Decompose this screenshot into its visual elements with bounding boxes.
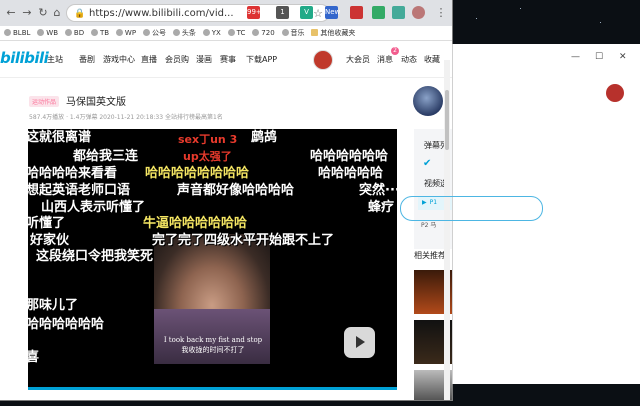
bookmark[interactable]: WB bbox=[37, 26, 58, 40]
site-header: bilibili 主站 番剧 游戏中心 直播 会员购 漫画 赛事 下载APP 大… bbox=[0, 41, 452, 78]
extension-icon[interactable]: New bbox=[325, 6, 340, 19]
danmaku-comment: 哈哈哈哈来看看 bbox=[28, 166, 118, 181]
danmaku-comment: 想起英语老师口语 bbox=[28, 183, 131, 198]
video-player[interactable]: 这就很离谱 sex丁un 3 鹧鸪 都给我三连 up太强了 哈哈哈哈哈哈 哈哈哈… bbox=[28, 129, 397, 390]
danmaku-comment: up太强了 bbox=[183, 150, 232, 163]
danmaku-comment: 声音都好像哈哈哈哈 bbox=[177, 183, 295, 198]
nav-esports[interactable]: 赛事 bbox=[220, 54, 236, 65]
maximize-icon[interactable]: ☐ bbox=[595, 52, 603, 62]
bookmark[interactable]: BLBL bbox=[4, 26, 30, 40]
danmaku-comment: 好家伙 bbox=[30, 233, 70, 248]
bookmark[interactable]: TB bbox=[90, 26, 109, 40]
danmaku-comment: 那味儿了 bbox=[28, 298, 79, 313]
danmaku-comment: 鹧鸪 bbox=[251, 130, 278, 145]
danmaku-comment: 哈哈哈哈哈 bbox=[318, 166, 384, 181]
lock-icon: 🔒 bbox=[74, 9, 86, 19]
danmaku-comment: 突然··· bbox=[359, 183, 397, 198]
uploader-avatar[interactable] bbox=[413, 86, 443, 116]
nav-membership-shop[interactable]: 会员购 bbox=[165, 54, 189, 65]
extension-icon[interactable] bbox=[350, 6, 363, 19]
desktop-star bbox=[600, 22, 601, 23]
nav-game-center[interactable]: 游戏中心 bbox=[103, 54, 135, 65]
bookmark[interactable]: 头条 bbox=[172, 26, 196, 40]
close-icon[interactable]: ✕ bbox=[619, 52, 627, 62]
nav-main[interactable]: 主站 bbox=[47, 54, 63, 65]
home-icon[interactable]: ⌂ bbox=[50, 6, 64, 20]
danmaku-comment: 这段绕口令把我笑死 bbox=[36, 249, 154, 264]
danmaku-comment: 蜂疗 bbox=[368, 200, 395, 215]
nav-favorites[interactable]: 收藏 bbox=[424, 54, 440, 65]
danmaku-comment: 哈哈哈哈哈哈 bbox=[310, 149, 389, 164]
danmaku-comment: 完了完了四级水平开始跟不上了 bbox=[152, 233, 335, 248]
check-icon: ✔ bbox=[423, 158, 432, 169]
video-subtitle: I took back my fist and stop 我收拢的时间不打了 bbox=[148, 335, 278, 355]
bookmark[interactable]: BD bbox=[64, 26, 84, 40]
profile-avatar[interactable] bbox=[412, 6, 425, 19]
bookmark[interactable]: 720 bbox=[252, 26, 275, 40]
bookmark-folder[interactable]: 其他收藏夹 bbox=[311, 26, 355, 40]
reload-icon[interactable]: ↻ bbox=[36, 6, 50, 20]
danmaku-comment: 都给我三连 bbox=[73, 149, 139, 164]
video-category-tag[interactable]: 运动作品 bbox=[29, 96, 60, 107]
play-button[interactable] bbox=[344, 327, 375, 358]
page-scrollbar[interactable] bbox=[444, 60, 450, 400]
nav-live[interactable]: 直播 bbox=[141, 54, 157, 65]
bilibili-logo[interactable]: bilibili bbox=[0, 49, 49, 67]
menu-icon[interactable]: ⋮ bbox=[434, 6, 448, 20]
bookmarks-bar: BLBL WB BD TB WP 公号 头条 YX TC 720 音乐 其他收藏… bbox=[0, 26, 452, 41]
danmaku-comment: 喜 bbox=[28, 350, 40, 365]
part-item[interactable]: P2 马 bbox=[421, 220, 436, 229]
danmaku-comment: 牛逼哈哈哈哈哈哈 bbox=[143, 216, 248, 231]
bookmark[interactable]: TC bbox=[227, 26, 245, 40]
back-icon[interactable]: ← bbox=[4, 6, 18, 20]
extension-icon[interactable] bbox=[392, 6, 405, 19]
scrollbar-thumb[interactable] bbox=[445, 90, 449, 150]
bookmark[interactable]: YX bbox=[202, 26, 221, 40]
nav-manga[interactable]: 漫画 bbox=[196, 54, 212, 65]
bookmark[interactable]: 公号 bbox=[142, 26, 166, 40]
bookmark[interactable]: WP bbox=[115, 26, 136, 40]
user-avatar[interactable] bbox=[313, 50, 333, 70]
video-title: 马保国英文版 bbox=[66, 97, 126, 108]
danmaku-comment: 山西人表示听懂了 bbox=[41, 200, 146, 215]
rounded-input-frame[interactable] bbox=[400, 196, 543, 221]
extension-icon[interactable]: 1 bbox=[276, 6, 289, 19]
address-url: https://www.bilibili.com/vid... bbox=[89, 8, 234, 19]
danmaku-comment: 这就很离谱 bbox=[28, 130, 92, 145]
nav-bangumi[interactable]: 番剧 bbox=[79, 54, 95, 65]
minimize-icon[interactable]: — bbox=[571, 52, 580, 62]
forward-icon[interactable]: → bbox=[20, 6, 34, 20]
nav-vip[interactable]: 大会员 bbox=[346, 54, 370, 65]
address-bar[interactable]: 🔒 https://www.bilibili.com/vid... ☆ bbox=[66, 4, 330, 22]
bookmark[interactable]: 音乐 bbox=[281, 26, 305, 40]
browser-toolbar: ← → ↻ ⌂ 🔒 https://www.bilibili.com/vid..… bbox=[0, 0, 452, 26]
nav-messages[interactable]: 消息 bbox=[377, 54, 393, 65]
danmaku-comment: 哈哈哈哈哈哈哈哈 bbox=[145, 166, 250, 181]
extension-icon[interactable] bbox=[372, 6, 385, 19]
message-count-badge: 2 bbox=[391, 47, 399, 55]
extension-icon[interactable]: V bbox=[300, 6, 313, 19]
subtitle-english: I took back my fist and stop bbox=[163, 336, 263, 344]
star-icon[interactable]: ☆ bbox=[313, 5, 323, 21]
nav-dynamics[interactable]: 动态 bbox=[401, 54, 417, 65]
recommend-header: 相关推荐 bbox=[414, 251, 446, 260]
danmaku-comment: 听懂了 bbox=[28, 216, 66, 231]
video-meta: 587.4万播放 · 1.4万弹幕 2020-11-21 20:18:33 全站… bbox=[29, 114, 223, 121]
desktop-star bbox=[476, 18, 477, 19]
danmaku-comment: sex丁un 3 bbox=[178, 133, 238, 146]
subtitle-chinese: 我收拢的时间不打了 bbox=[181, 346, 245, 354]
user-avatar[interactable] bbox=[606, 84, 624, 102]
nav-download-app[interactable]: 下载APP bbox=[246, 54, 277, 65]
extension-icon[interactable]: 99+ bbox=[247, 6, 262, 19]
desktop-star bbox=[520, 8, 521, 9]
video-progress-bar[interactable] bbox=[28, 387, 397, 390]
browser-window: ← → ↻ ⌂ 🔒 https://www.bilibili.com/vid..… bbox=[0, 0, 452, 400]
danmaku-comment: 哈哈哈哈哈哈 bbox=[28, 317, 105, 332]
